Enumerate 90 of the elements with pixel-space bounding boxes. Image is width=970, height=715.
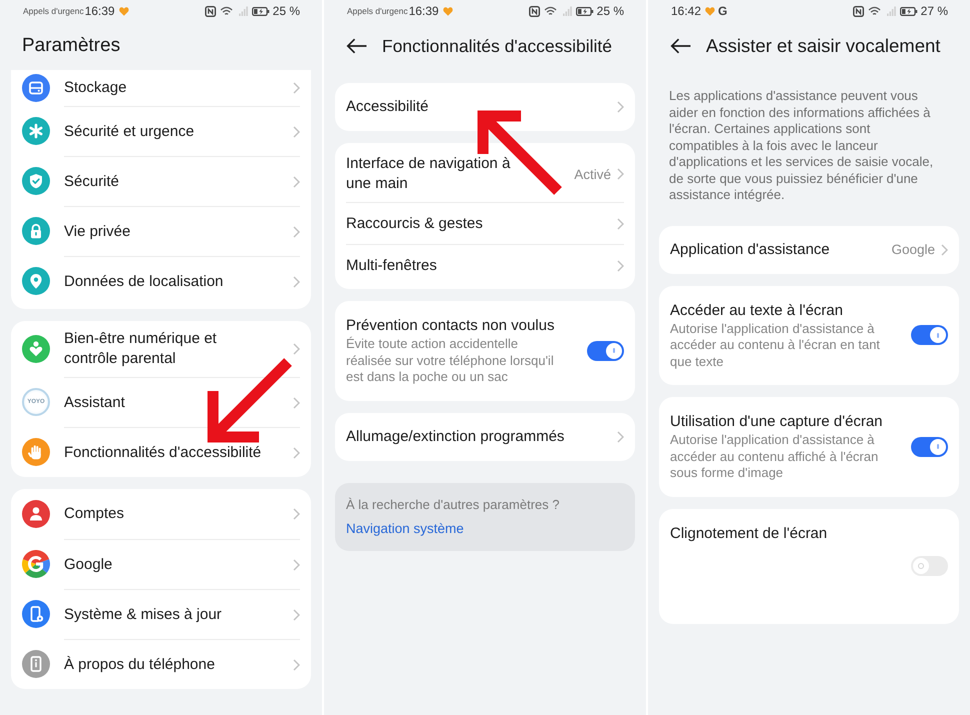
clock-time: 16:39 bbox=[408, 4, 439, 18]
phone-gear-icon bbox=[22, 600, 50, 628]
intro-text: Les applications d'assistance peuvent vous aider en fonction des informations affichées à l'écran. Certaines applications sont compatibles à la fois avec le lanceur d'applications et les services de saisie vocale, de sorte que vous puissiez bénéficier d'une assistance intégrée. bbox=[669, 88, 934, 204]
menu-item[interactable]: Données de localisation bbox=[11, 256, 311, 306]
chevron-icon bbox=[293, 558, 300, 570]
wifi-icon bbox=[544, 6, 557, 16]
hand-icon bbox=[22, 438, 50, 466]
battery-icon bbox=[900, 6, 918, 16]
heart-icon bbox=[442, 6, 453, 16]
menu-item[interactable]: Système & mises à jour bbox=[11, 589, 311, 639]
menu-item[interactable]: Interface de navigation à une main Activé bbox=[346, 146, 624, 202]
battery-percent: 25 % bbox=[596, 4, 624, 18]
chevron-icon bbox=[293, 608, 300, 620]
setting-title: Utilisation d'une capture d'écran bbox=[670, 412, 884, 432]
heart-icon bbox=[705, 6, 716, 16]
setting-value: Google bbox=[891, 242, 935, 257]
menu-item[interactable]: Sécurité et urgence bbox=[11, 106, 311, 156]
chevron-icon bbox=[293, 226, 300, 238]
menu-item[interactable]: Stockage bbox=[11, 70, 311, 106]
signal-icon bbox=[562, 6, 572, 16]
person-icon bbox=[22, 500, 50, 528]
chevron-icon bbox=[293, 446, 300, 458]
menu-item[interactable]: Accessibilité bbox=[346, 86, 624, 128]
menu-item[interactable]: Application d'assistance Google bbox=[670, 228, 948, 270]
nfc-icon bbox=[528, 6, 540, 16]
menu-item[interactable]: Allumage/extinction programmés bbox=[346, 416, 624, 458]
chevron-icon bbox=[293, 82, 300, 94]
menu-item[interactable]: Multi-fenêtres bbox=[346, 244, 624, 286]
chevron-icon bbox=[617, 218, 624, 230]
shield-check-icon bbox=[22, 167, 50, 195]
chevron-icon bbox=[293, 508, 300, 520]
asterisk-icon bbox=[22, 117, 50, 145]
suggestion-text: À la recherche d'autres paramètres ? bbox=[346, 496, 560, 514]
menu-item[interactable]: À propos du téléphone bbox=[11, 639, 311, 689]
chevron-icon bbox=[617, 168, 624, 180]
setting-title: Clignotement de l'écran bbox=[670, 524, 828, 544]
clock-time: 16:42 bbox=[671, 4, 702, 18]
toggle-switch[interactable] bbox=[911, 325, 948, 346]
screen-title: Fonctionnalités d'accessibilité bbox=[382, 36, 612, 56]
notification-icon: G bbox=[718, 4, 728, 18]
setting-title: Prévention contacts non voulus bbox=[346, 316, 556, 336]
menu-item[interactable]: Comptes bbox=[11, 489, 311, 539]
signal-icon bbox=[238, 6, 248, 16]
menu-item[interactable]: Google bbox=[11, 539, 311, 589]
chevron-icon bbox=[617, 430, 624, 442]
toggle-switch[interactable] bbox=[587, 340, 624, 361]
chevron-icon bbox=[617, 101, 624, 113]
status-text: Appels d'urgenc bbox=[347, 6, 408, 16]
drive-icon bbox=[22, 74, 50, 102]
status-text: Appels d'urgenc bbox=[23, 6, 84, 16]
suggestion-link[interactable]: Navigation système bbox=[346, 518, 464, 538]
back-icon[interactable] bbox=[346, 38, 367, 54]
chevron-icon bbox=[293, 126, 300, 138]
chevron-icon bbox=[293, 343, 300, 355]
battery-icon bbox=[252, 6, 270, 16]
nfc-icon bbox=[852, 6, 864, 16]
setting-description: Autorise l'application d'assistance à accéder au contenu à l'écran en tant que texte bbox=[670, 320, 881, 370]
menu-item[interactable]: Bien-être numérique et contrôle parental bbox=[11, 321, 311, 377]
chevron-icon bbox=[941, 244, 948, 256]
g-logo-icon bbox=[22, 550, 50, 578]
battery-percent: 27 % bbox=[920, 4, 948, 18]
menu-item[interactable]: Sécurité bbox=[11, 156, 311, 206]
screen-title: Paramètres bbox=[22, 35, 120, 57]
menu-item[interactable]: Vie privée bbox=[11, 206, 311, 256]
battery-percent: 25 % bbox=[272, 4, 300, 18]
clock-time: 16:39 bbox=[84, 4, 115, 18]
signal-icon bbox=[886, 6, 896, 16]
battery-icon bbox=[576, 6, 594, 16]
nfc-icon bbox=[204, 6, 216, 16]
wifi-icon bbox=[220, 6, 233, 16]
chevron-icon bbox=[293, 176, 300, 188]
toggle-switch[interactable] bbox=[911, 436, 948, 457]
heart-person-icon bbox=[22, 335, 50, 363]
menu-item[interactable]: Raccourcis & gestes bbox=[346, 202, 624, 244]
setting-title: Accéder au texte à l'écran bbox=[670, 300, 844, 320]
lock-icon bbox=[22, 217, 50, 245]
setting-description: Évite toute action accidentelle réalisée sur votre téléphone lorsqu'il est dans la poche ou un sac bbox=[346, 336, 555, 386]
setting-value: Activé bbox=[574, 166, 611, 182]
chevron-icon bbox=[293, 396, 300, 408]
location-pin-icon bbox=[22, 267, 50, 295]
back-icon[interactable] bbox=[670, 38, 691, 54]
chevron-icon bbox=[293, 658, 300, 670]
setting-description: Autorise l'application d'assistance à accéder au contenu affiché à l'écran sous forme d'image bbox=[670, 432, 880, 482]
heart-icon bbox=[118, 6, 129, 16]
screen-title: Assister et saisir vocalement bbox=[706, 35, 940, 57]
chevron-icon bbox=[617, 260, 624, 272]
phone-info-icon bbox=[22, 650, 50, 678]
wifi-icon bbox=[868, 6, 881, 16]
menu-item[interactable]: Fonctionnalités d'accessibilité bbox=[11, 427, 311, 477]
chevron-icon bbox=[293, 276, 300, 288]
